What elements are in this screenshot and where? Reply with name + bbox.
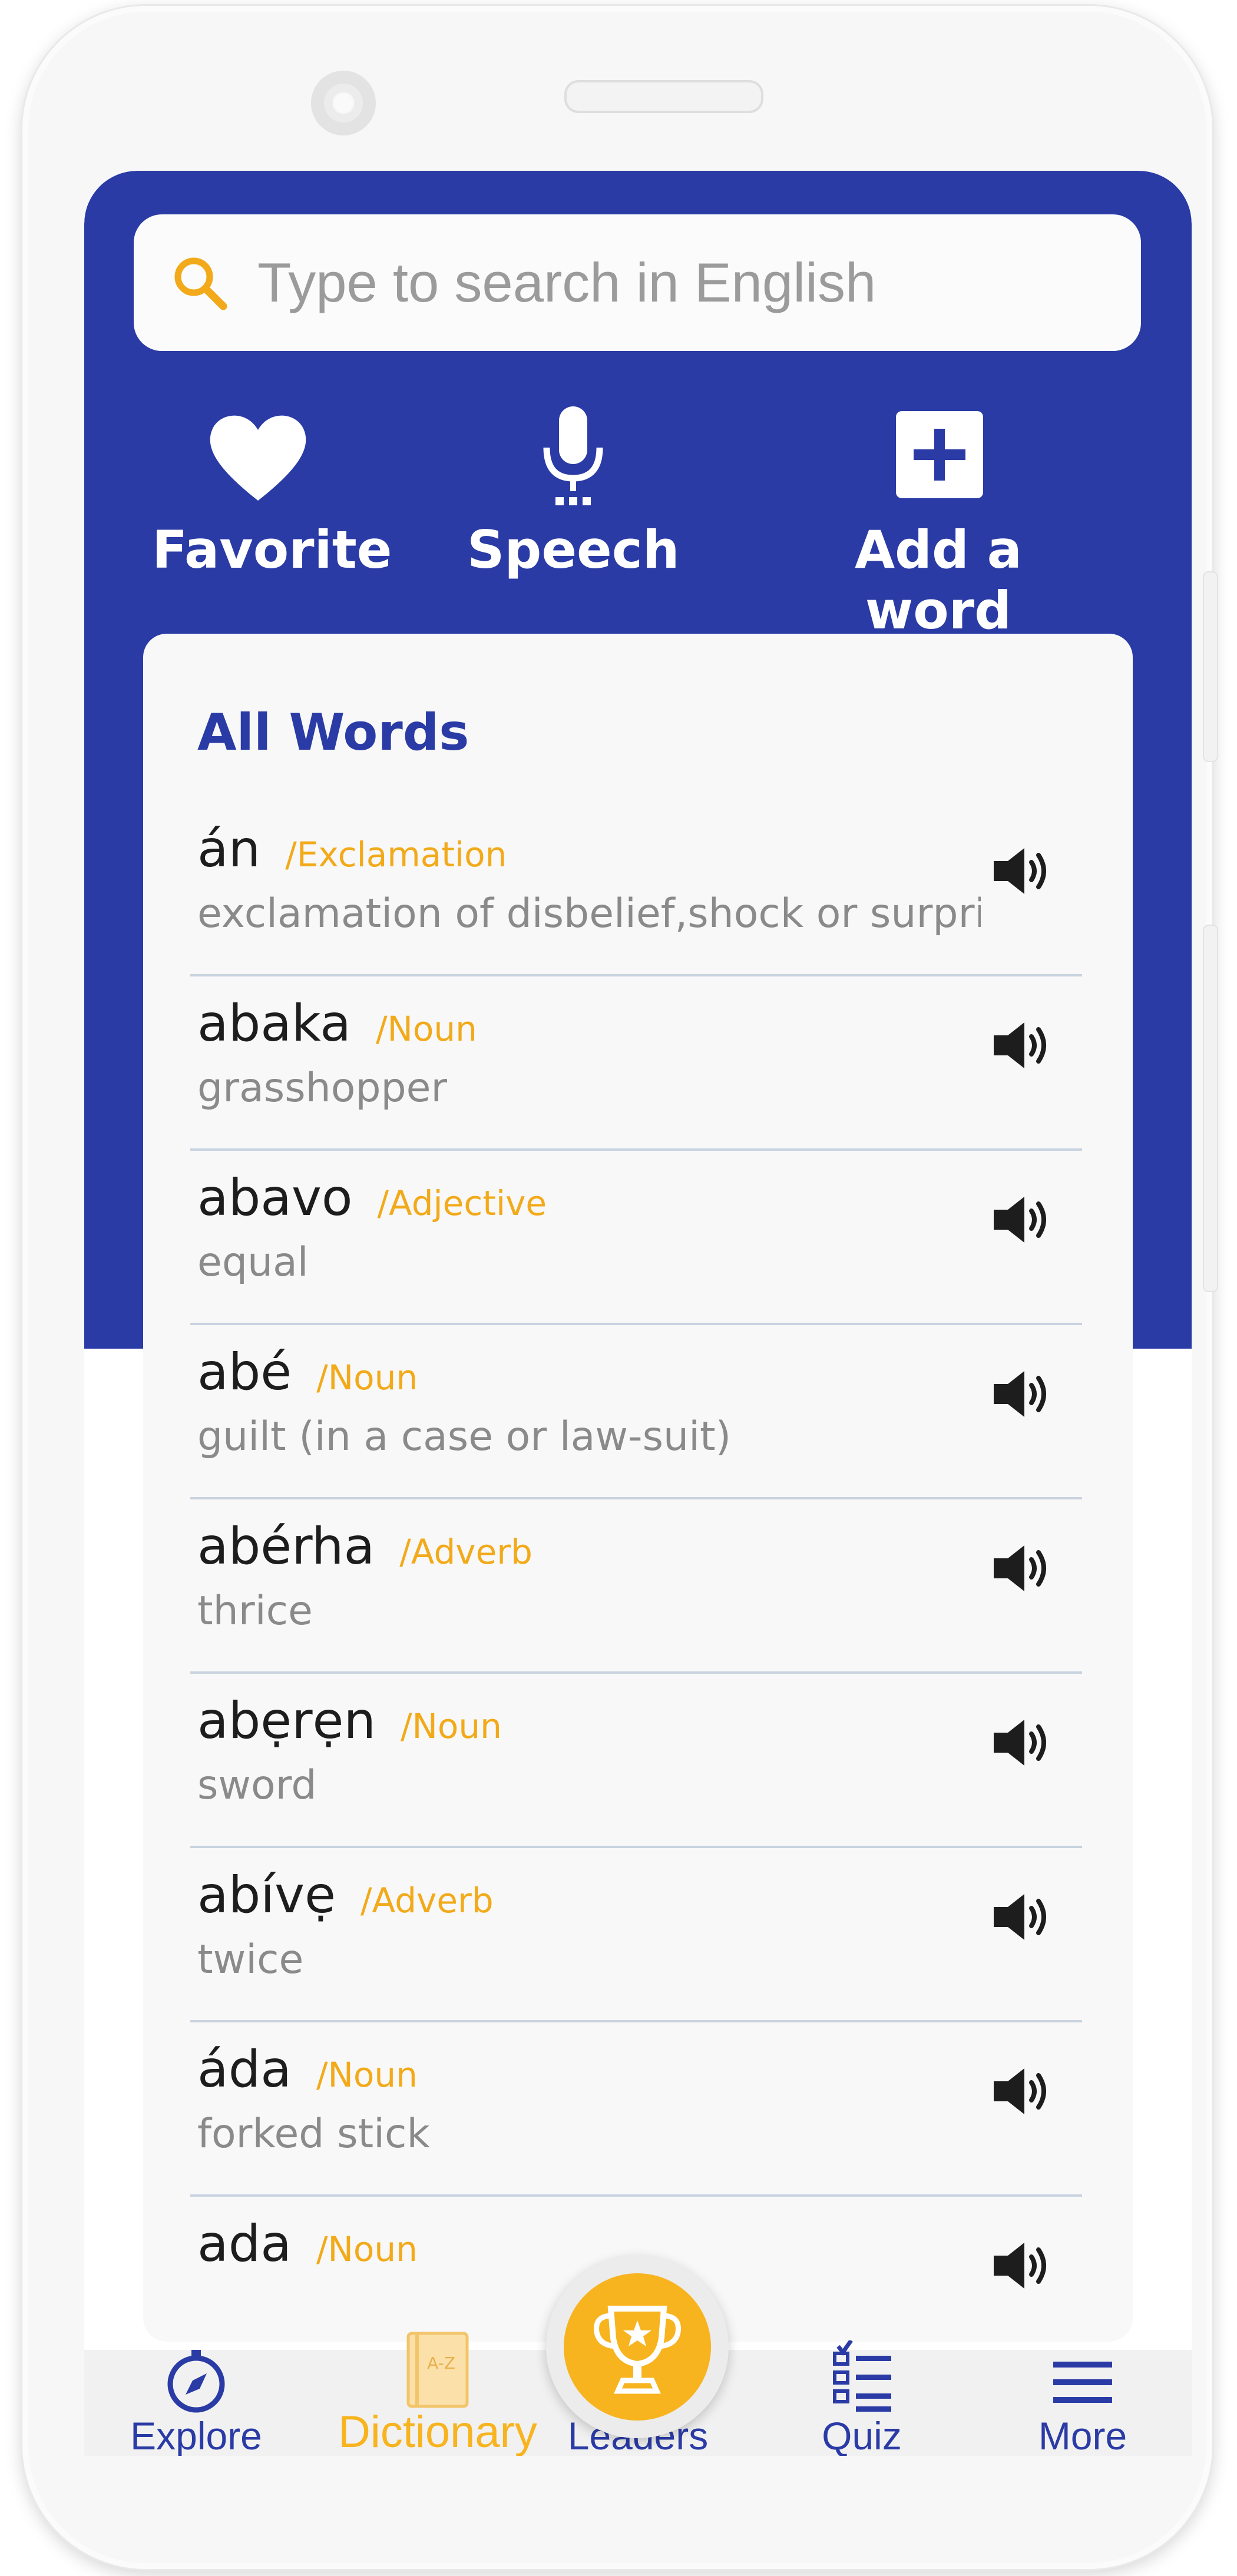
word-definition: twice: [197, 1936, 304, 1983]
menu-icon: [1053, 2362, 1112, 2403]
word-text: ada: [197, 2214, 292, 2273]
list-item[interactable]: abérha /Adverb thrice: [143, 1499, 1133, 1674]
word-text: áda: [197, 2040, 292, 2099]
word-definition: sword: [197, 1762, 317, 1809]
checklist-icon: [833, 2339, 891, 2412]
microphone-icon: [543, 406, 603, 505]
plus-square-icon: [896, 411, 983, 498]
part-of-speech: /Adjective: [377, 1183, 547, 1223]
word-definition: guilt (in a case or law-suit): [197, 1413, 732, 1460]
speaker-icon[interactable]: [991, 1716, 1056, 1769]
word-text: án: [197, 820, 261, 879]
heart-icon: [210, 415, 306, 501]
word-text: abaka: [197, 994, 351, 1053]
word-text: abé: [197, 1343, 292, 1402]
list-item[interactable]: áda /Noun forked stick: [143, 2022, 1133, 2197]
word-definition: equal: [197, 1239, 309, 1286]
volume-button: [1203, 571, 1218, 762]
nav-quiz[interactable]: Quiz: [806, 2339, 918, 2456]
word-list-card: All Words án /Exclamation exclamation of…: [143, 634, 1133, 2342]
favorite-button[interactable]: Favorite: [152, 406, 392, 580]
speaker-icon[interactable]: [991, 1368, 1056, 1421]
speaker-icon[interactable]: [991, 2065, 1056, 2118]
word-definition: thrice: [197, 1588, 313, 1634]
part-of-speech: /Noun: [316, 2229, 418, 2269]
part-of-speech: /Noun: [316, 1357, 418, 1398]
speaker-icon[interactable]: [991, 2239, 1056, 2292]
word-text: abẹrẹn: [197, 1691, 376, 1750]
earpiece-speaker: [564, 80, 763, 113]
speaker-icon[interactable]: [991, 1193, 1056, 1246]
part-of-speech: /Noun: [400, 1706, 502, 1746]
app-screen: Type to search in English Favorite Speec…: [84, 171, 1192, 2456]
front-camera: [311, 71, 376, 135]
speech-button[interactable]: Speech: [467, 406, 680, 580]
nav-explore-label: Explore: [130, 2414, 262, 2456]
add-word-label: Add a word: [854, 519, 1023, 641]
word-text: abívẹ: [197, 1866, 336, 1925]
nav-more-label: More: [1038, 2414, 1127, 2456]
svg-text:A-Z: A-Z: [427, 2353, 455, 2373]
part-of-speech: /Adverb: [399, 1532, 532, 1572]
search-icon: [170, 253, 229, 312]
power-button: [1203, 925, 1218, 1292]
nav-dictionary-label: Dictionary: [338, 2407, 537, 2456]
leaders-fab-button[interactable]: [546, 2256, 729, 2438]
part-of-speech: /Noun: [375, 1009, 477, 1049]
nav-more[interactable]: More: [1027, 2350, 1139, 2456]
favorite-label: Favorite: [152, 519, 392, 580]
list-item[interactable]: abaka /Noun grasshopper: [143, 976, 1133, 1151]
speaker-icon[interactable]: [991, 1542, 1056, 1595]
list-item[interactable]: án /Exclamation exclamation of disbelief…: [143, 802, 1133, 976]
list-item[interactable]: abẹrẹn /Noun sword: [143, 1674, 1133, 1848]
nav-explore[interactable]: Explore: [108, 2350, 285, 2456]
part-of-speech: /Adverb: [360, 1880, 494, 1921]
list-item[interactable]: abavo /Adjective equal: [143, 1151, 1133, 1325]
word-definition: exclamation of disbelief,shock or surpri…: [197, 890, 981, 937]
speaker-icon[interactable]: [991, 1890, 1056, 1943]
speech-label: Speech: [467, 519, 680, 580]
add-word-button[interactable]: Add a word: [779, 406, 1097, 641]
quick-actions: Favorite Speech Add a word: [84, 406, 1192, 641]
list-title: All Words: [197, 703, 469, 762]
word-text: abavo: [197, 1168, 353, 1227]
phone-frame: Type to search in English Favorite Speec…: [22, 6, 1218, 2569]
list-item[interactable]: abé /Noun guilt (in a case or law-suit): [143, 1325, 1133, 1499]
compass-icon: [167, 2350, 225, 2413]
word-definition: forked stick: [197, 2111, 430, 2157]
search-bar[interactable]: Type to search in English: [134, 214, 1141, 351]
part-of-speech: /Noun: [316, 2055, 418, 2095]
search-input[interactable]: Type to search in English: [257, 251, 876, 314]
word-definition: grasshopper: [197, 1065, 448, 1111]
word-text: abérha: [197, 1517, 375, 1576]
speaker-icon[interactable]: [991, 1019, 1056, 1072]
nav-quiz-label: Quiz: [822, 2414, 902, 2456]
nav-dictionary[interactable]: A-Z Dictionary: [332, 2332, 544, 2456]
book-icon: A-Z: [406, 2332, 469, 2408]
speaker-icon[interactable]: [991, 845, 1056, 898]
part-of-speech: /Exclamation: [285, 835, 507, 875]
word-list: án /Exclamation exclamation of disbelief…: [143, 802, 1133, 2342]
list-item[interactable]: abívẹ /Adverb twice: [143, 1848, 1133, 2022]
trophy-icon: [594, 2306, 681, 2394]
